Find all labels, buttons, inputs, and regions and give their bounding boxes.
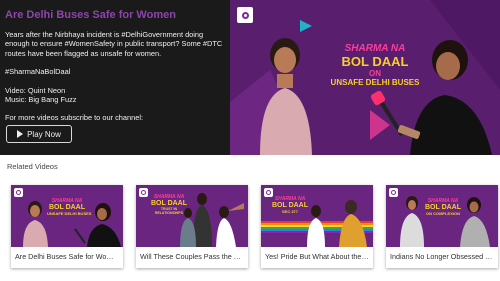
card-title: Are Delhi Buses Safe for Women [15,252,119,261]
play-now-button[interactable]: Play Now [6,125,72,143]
hero-info-panel: Are Delhi Buses Safe for Women Years aft… [0,0,230,155]
card-title: Will These Couples Pass the Trust Test? [140,252,244,261]
card-thumbnail-art [261,185,373,247]
card-show-badge: SHARMA NA BOL DAAL ON COMPLEXION [424,198,462,216]
video-credit: Video: Quint Neon [5,85,66,95]
related-videos-list: SHARMA NA BOL DAAL UNSAFE DELHI BUSES Ar… [11,185,498,269]
card-show-badge: SHARMA NA BOL DAAL SEC 377 [271,196,309,214]
quint-logo [14,188,23,197]
description-text: Years after the Nirbhaya incident is #De… [5,30,223,58]
hashtag-text: #SharmaNaBolDaal [5,67,71,77]
card-thumbnail [11,185,123,247]
card-title: Indians No Longer Obsessed With Fair Ski… [390,252,494,261]
card-show-badge: SHARMA NA BOL DAAL UNSAFE DELHI BUSES [47,198,92,216]
video-description: Years after the Nirbhaya incident is #De… [5,30,227,132]
music-credit: Music: Big Bang Fuzz [5,95,77,105]
show-title-badge: SHARMA NA BOL DAAL ON UNSAFE DELHI BUSES [330,43,420,87]
quint-logo [139,188,148,197]
related-video-card[interactable]: SHARMA NA BOL DAAL TRUST IN RELATIONSHIP… [136,185,248,268]
card-thumbnail [261,185,373,247]
hero-section: Are Delhi Buses Safe for Women Years aft… [0,0,500,155]
card-title: Yes! Pride But What About the Law? [265,252,369,261]
card-thumbnail-art [11,185,123,247]
play-now-label: Play Now [27,129,61,139]
card-show-badge: SHARMA NA BOL DAAL TRUST IN RELATIONSHIP… [150,194,188,215]
card-thumbnail [386,185,498,247]
quint-logo [237,7,253,23]
related-video-card[interactable]: SHARMA NA BOL DAAL UNSAFE DELHI BUSES Ar… [11,185,123,268]
quint-logo [264,188,273,197]
related-video-card[interactable]: SHARMA NA BOL DAAL ON COMPLEXION Indians… [386,185,498,268]
video-player-thumbnail[interactable]: SHARMA NA BOL DAAL ON UNSAFE DELHI BUSES [230,0,500,155]
related-videos-heading: Related Videos [7,162,58,171]
card-thumbnail-art [386,185,498,247]
subscribe-text: For more videos subscribe to our channel… [5,113,144,123]
related-video-card[interactable]: SHARMA NA BOL DAAL SEC 377 Yes! Pride Bu… [261,185,373,268]
video-title: Are Delhi Buses Safe for Women [5,9,176,21]
play-icon [17,130,24,138]
quint-logo [389,188,398,197]
